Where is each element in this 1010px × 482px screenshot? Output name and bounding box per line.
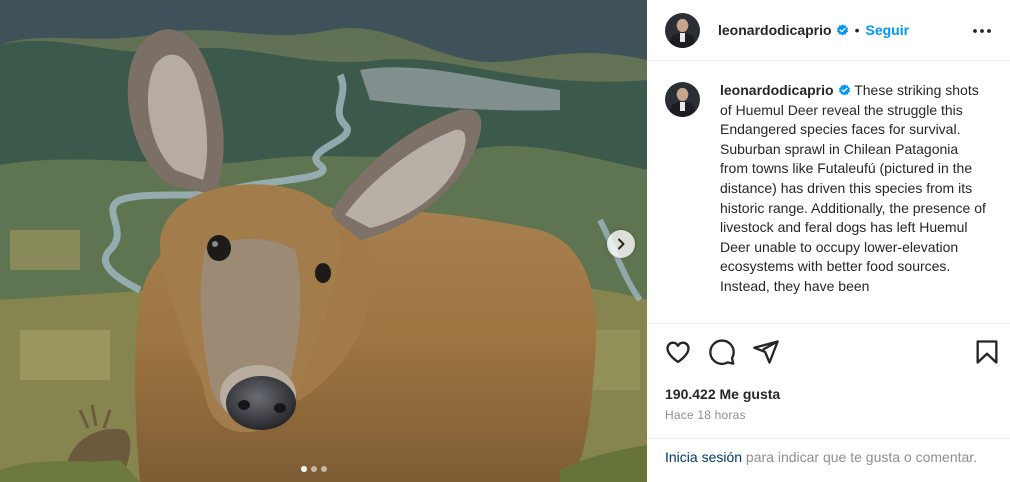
username-link[interactable]: leonardodicaprio <box>718 22 832 38</box>
login-prompt-text: para indicar que te gusta o comentar. <box>742 449 978 465</box>
carousel-dot-active <box>301 466 307 472</box>
carousel-indicator <box>301 466 327 472</box>
action-bar <box>647 338 1010 368</box>
post-timestamp[interactable]: Hace 18 horas <box>665 408 746 422</box>
separator-dot: • <box>854 22 860 38</box>
caption-text: These striking shots of Huemul Deer reve… <box>720 82 986 294</box>
follow-button[interactable]: Seguir <box>865 22 909 38</box>
heart-icon[interactable] <box>664 338 692 366</box>
comments-section[interactable]: leonardodicaprio These striking shots of… <box>647 62 1010 324</box>
bookmark-icon[interactable] <box>973 338 1001 366</box>
verified-badge-icon <box>836 23 848 35</box>
comment-icon[interactable] <box>708 338 736 366</box>
huemul-deer-photo <box>0 0 647 482</box>
carousel-dot <box>321 466 327 472</box>
more-options-icon[interactable] <box>970 19 994 43</box>
caption-username-link[interactable]: leonardodicaprio <box>720 82 834 98</box>
post-caption: leonardodicaprio These striking shots of… <box>720 81 990 297</box>
login-prompt: Inicia sesión para indicar que te gusta … <box>647 438 1010 482</box>
caption-row: leonardodicaprio These striking shots of… <box>647 62 1010 297</box>
chevron-right-icon <box>618 238 625 250</box>
post-header: leonardodicaprio • Seguir <box>647 0 1010 61</box>
post-side-panel: leonardodicaprio • Seguir leonardodicapr… <box>647 0 1010 482</box>
share-icon[interactable] <box>752 338 780 366</box>
caption-avatar[interactable] <box>665 82 700 117</box>
login-link[interactable]: Inicia sesión <box>665 449 742 465</box>
next-slide-button[interactable] <box>607 230 635 258</box>
carousel-dot <box>311 466 317 472</box>
avatar[interactable] <box>665 12 700 48</box>
likes-count[interactable]: 190.422 Me gusta <box>665 386 780 402</box>
verified-badge-icon <box>838 84 850 96</box>
post-media[interactable] <box>0 0 647 482</box>
